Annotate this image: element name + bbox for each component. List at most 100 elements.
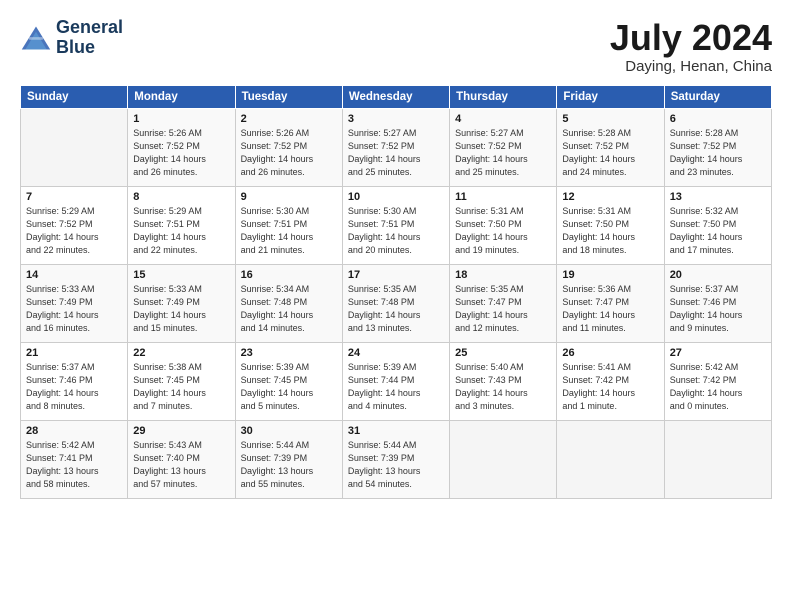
day-info: Sunrise: 5:38 AM Sunset: 7:45 PM Dayligh… <box>133 361 229 413</box>
header-row: SundayMondayTuesdayWednesdayThursdayFrid… <box>21 85 772 108</box>
day-info: Sunrise: 5:29 AM Sunset: 7:52 PM Dayligh… <box>26 205 122 257</box>
day-number: 14 <box>26 269 122 281</box>
day-info: Sunrise: 5:37 AM Sunset: 7:46 PM Dayligh… <box>26 361 122 413</box>
week-row-1: 1Sunrise: 5:26 AM Sunset: 7:52 PM Daylig… <box>21 108 772 186</box>
day-number: 24 <box>348 347 444 359</box>
day-info: Sunrise: 5:26 AM Sunset: 7:52 PM Dayligh… <box>241 127 337 179</box>
day-cell <box>664 420 771 498</box>
day-number: 25 <box>455 347 551 359</box>
day-info: Sunrise: 5:37 AM Sunset: 7:46 PM Dayligh… <box>670 283 766 335</box>
day-number: 31 <box>348 425 444 437</box>
day-cell: 4 Sunrise: 5:27 AM Sunset: 7:52 PM Daylig… <box>450 108 557 186</box>
day-number: 23 <box>241 347 337 359</box>
title-area: July 2024 Daying, Henan, China <box>610 18 772 75</box>
day-info: Sunrise: 5:33 AM Sunset: 7:49 PM Dayligh… <box>133 283 229 335</box>
day-cell: 6 Sunrise: 5:28 AM Sunset: 7:52 PM Daylig… <box>664 108 771 186</box>
day-info: Sunrise: 5:33 AM Sunset: 7:49 PM Dayligh… <box>26 283 122 335</box>
day-cell: 14 Sunrise: 5:33 AM Sunset: 7:49 PM Dayli… <box>21 264 128 342</box>
day-cell: 10 Sunrise: 5:30 AM Sunset: 7:51 PM Dayli… <box>342 186 449 264</box>
day-info: Sunrise: 5:44 AM Sunset: 7:39 PM Dayligh… <box>348 439 444 491</box>
day-info: Sunrise: 5:43 AM Sunset: 7:40 PM Dayligh… <box>133 439 229 491</box>
header-cell-tuesday: Tuesday <box>235 85 342 108</box>
day-cell: 17Sunrise: 5:35 AM Sunset: 7:48 PM Dayli… <box>342 264 449 342</box>
logo-line2: Blue <box>56 38 123 58</box>
day-info: Sunrise: 5:40 AM Sunset: 7:43 PM Dayligh… <box>455 361 551 413</box>
day-cell: 8 Sunrise: 5:29 AM Sunset: 7:51 PM Daylig… <box>128 186 235 264</box>
calendar-table: SundayMondayTuesdayWednesdayThursdayFrid… <box>20 85 772 499</box>
day-number: 21 <box>26 347 122 359</box>
day-info: Sunrise: 5:27 AM Sunset: 7:52 PM Dayligh… <box>455 127 551 179</box>
day-number: 2 <box>241 113 337 125</box>
day-number: 18 <box>455 269 551 281</box>
day-number: 22 <box>133 347 229 359</box>
day-number: 9 <box>241 191 337 203</box>
day-cell: 9 Sunrise: 5:30 AM Sunset: 7:51 PM Daylig… <box>235 186 342 264</box>
day-number: 29 <box>133 425 229 437</box>
day-number: 10 <box>348 191 444 203</box>
day-cell <box>450 420 557 498</box>
day-number: 4 <box>455 113 551 125</box>
header-cell-monday: Monday <box>128 85 235 108</box>
day-cell: 28Sunrise: 5:42 AM Sunset: 7:41 PM Dayli… <box>21 420 128 498</box>
day-number: 7 <box>26 191 122 203</box>
day-number: 8 <box>133 191 229 203</box>
day-cell: 30 Sunrise: 5:44 AM Sunset: 7:39 PM Dayli… <box>235 420 342 498</box>
day-cell: 22 Sunrise: 5:38 AM Sunset: 7:45 PM Dayli… <box>128 342 235 420</box>
day-info: Sunrise: 5:41 AM Sunset: 7:42 PM Dayligh… <box>562 361 658 413</box>
day-info: Sunrise: 5:39 AM Sunset: 7:44 PM Dayligh… <box>348 361 444 413</box>
header-cell-wednesday: Wednesday <box>342 85 449 108</box>
day-cell: 31 Sunrise: 5:44 AM Sunset: 7:39 PM Dayli… <box>342 420 449 498</box>
day-number: 3 <box>348 113 444 125</box>
day-number: 6 <box>670 113 766 125</box>
logo-text: General Blue <box>56 18 123 58</box>
day-info: Sunrise: 5:31 AM Sunset: 7:50 PM Dayligh… <box>562 205 658 257</box>
day-info: Sunrise: 5:42 AM Sunset: 7:41 PM Dayligh… <box>26 439 122 491</box>
day-info: Sunrise: 5:35 AM Sunset: 7:47 PM Dayligh… <box>455 283 551 335</box>
day-cell: 18 Sunrise: 5:35 AM Sunset: 7:47 PM Dayli… <box>450 264 557 342</box>
day-info: Sunrise: 5:34 AM Sunset: 7:48 PM Dayligh… <box>241 283 337 335</box>
day-info: Sunrise: 5:27 AM Sunset: 7:52 PM Dayligh… <box>348 127 444 179</box>
day-cell: 16 Sunrise: 5:34 AM Sunset: 7:48 PM Dayli… <box>235 264 342 342</box>
day-cell: 26 Sunrise: 5:41 AM Sunset: 7:42 PM Dayli… <box>557 342 664 420</box>
day-cell: 23Sunrise: 5:39 AM Sunset: 7:45 PM Dayli… <box>235 342 342 420</box>
day-cell <box>21 108 128 186</box>
day-cell: 15Sunrise: 5:33 AM Sunset: 7:49 PM Dayli… <box>128 264 235 342</box>
day-info: Sunrise: 5:30 AM Sunset: 7:51 PM Dayligh… <box>348 205 444 257</box>
day-info: Sunrise: 5:36 AM Sunset: 7:47 PM Dayligh… <box>562 283 658 335</box>
day-number: 17 <box>348 269 444 281</box>
day-number: 5 <box>562 113 658 125</box>
day-cell: 21 Sunrise: 5:37 AM Sunset: 7:46 PM Dayli… <box>21 342 128 420</box>
day-info: Sunrise: 5:30 AM Sunset: 7:51 PM Dayligh… <box>241 205 337 257</box>
day-cell: 7 Sunrise: 5:29 AM Sunset: 7:52 PM Daylig… <box>21 186 128 264</box>
day-info: Sunrise: 5:26 AM Sunset: 7:52 PM Dayligh… <box>133 127 229 179</box>
subtitle: Daying, Henan, China <box>610 58 772 75</box>
day-info: Sunrise: 5:31 AM Sunset: 7:50 PM Dayligh… <box>455 205 551 257</box>
day-cell: 3 Sunrise: 5:27 AM Sunset: 7:52 PM Daylig… <box>342 108 449 186</box>
header-cell-saturday: Saturday <box>664 85 771 108</box>
day-number: 16 <box>241 269 337 281</box>
day-number: 30 <box>241 425 337 437</box>
day-info: Sunrise: 5:32 AM Sunset: 7:50 PM Dayligh… <box>670 205 766 257</box>
day-cell: 25 Sunrise: 5:40 AM Sunset: 7:43 PM Dayli… <box>450 342 557 420</box>
day-cell: 19Sunrise: 5:36 AM Sunset: 7:47 PM Dayli… <box>557 264 664 342</box>
header: General Blue July 2024 Daying, Henan, Ch… <box>20 18 772 75</box>
day-info: Sunrise: 5:28 AM Sunset: 7:52 PM Dayligh… <box>670 127 766 179</box>
day-cell: 20Sunrise: 5:37 AM Sunset: 7:46 PM Dayli… <box>664 264 771 342</box>
day-info: Sunrise: 5:29 AM Sunset: 7:51 PM Dayligh… <box>133 205 229 257</box>
logo-icon <box>20 24 52 52</box>
day-info: Sunrise: 5:44 AM Sunset: 7:39 PM Dayligh… <box>241 439 337 491</box>
day-cell <box>557 420 664 498</box>
day-number: 13 <box>670 191 766 203</box>
day-cell: 27Sunrise: 5:42 AM Sunset: 7:42 PM Dayli… <box>664 342 771 420</box>
header-cell-friday: Friday <box>557 85 664 108</box>
day-cell: 29 Sunrise: 5:43 AM Sunset: 7:40 PM Dayli… <box>128 420 235 498</box>
day-number: 11 <box>455 191 551 203</box>
month-title: July 2024 <box>610 18 772 58</box>
day-info: Sunrise: 5:28 AM Sunset: 7:52 PM Dayligh… <box>562 127 658 179</box>
logo: General Blue <box>20 18 123 58</box>
page: General Blue July 2024 Daying, Henan, Ch… <box>0 0 792 612</box>
day-number: 26 <box>562 347 658 359</box>
day-cell: 11 Sunrise: 5:31 AM Sunset: 7:50 PM Dayli… <box>450 186 557 264</box>
day-cell: 2 Sunrise: 5:26 AM Sunset: 7:52 PM Daylig… <box>235 108 342 186</box>
day-cell: 12Sunrise: 5:31 AM Sunset: 7:50 PM Dayli… <box>557 186 664 264</box>
